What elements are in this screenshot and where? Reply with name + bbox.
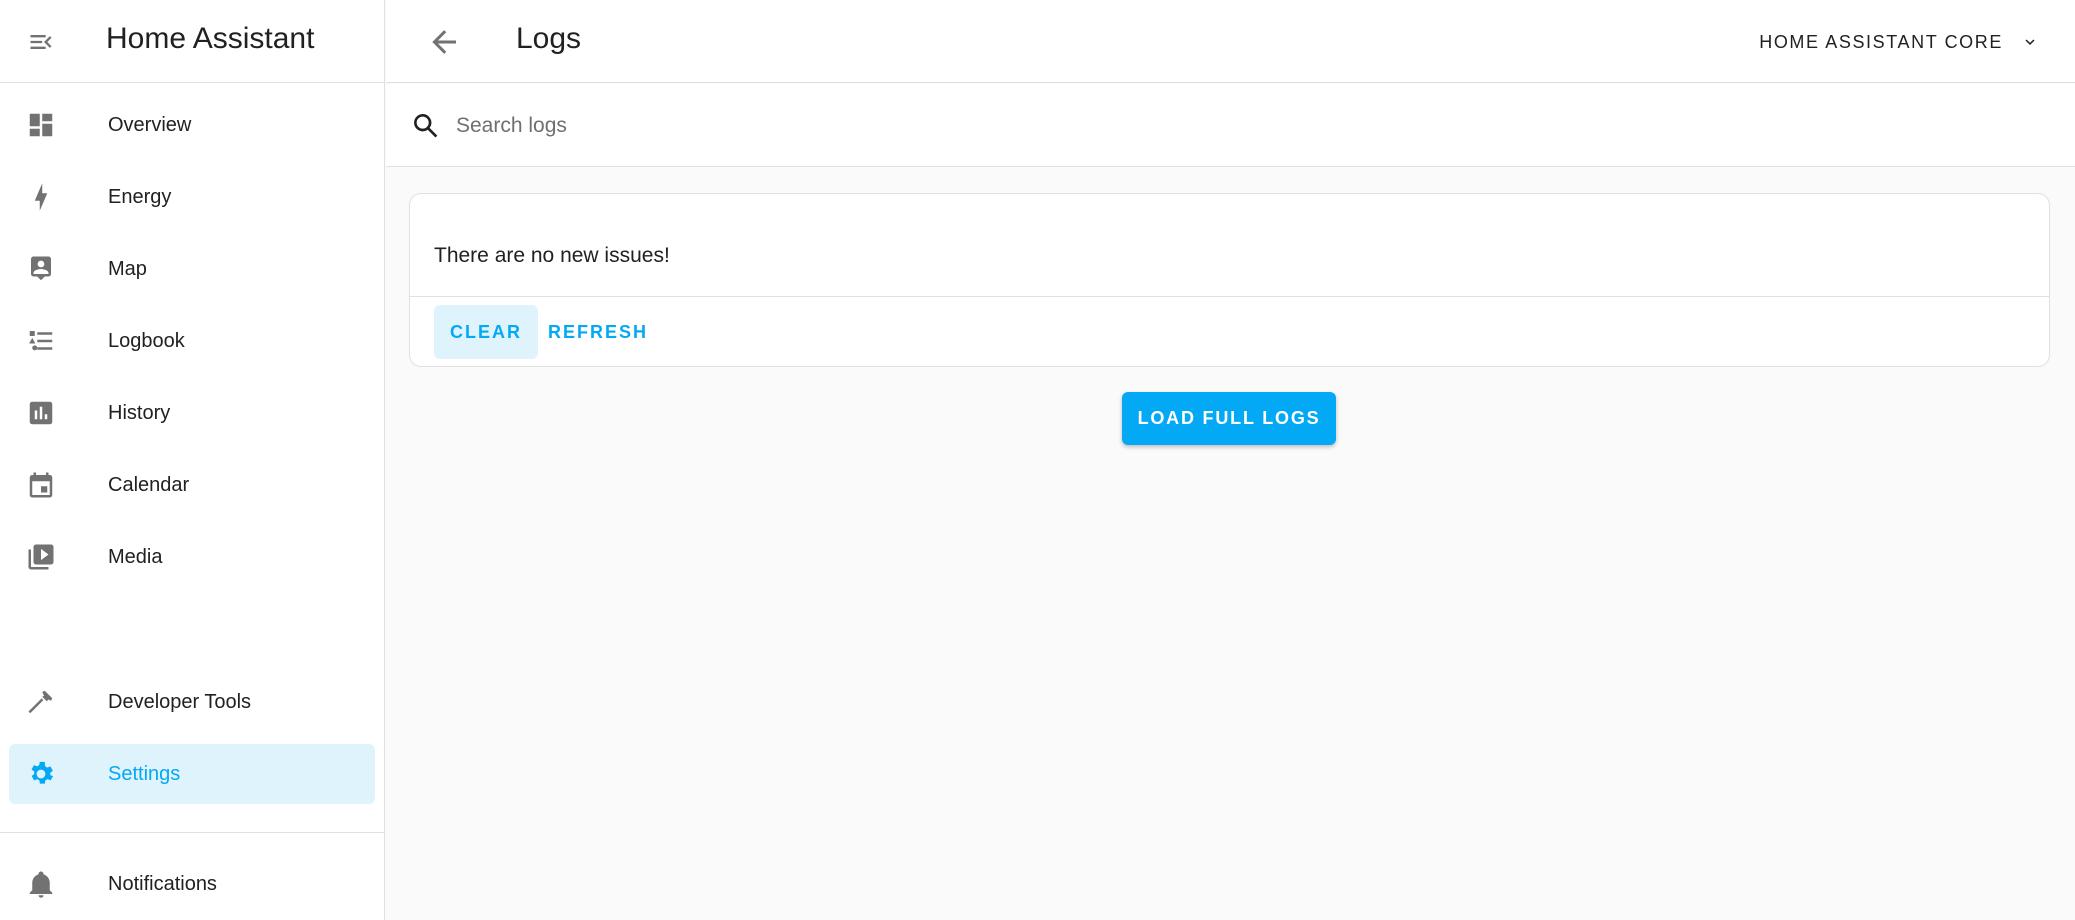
log-issues-card: There are no new issues! CLEAR REFRESH	[409, 193, 2050, 367]
sidebar-item-label: Notifications	[108, 873, 217, 895]
sidebar-item-settings[interactable]: Settings	[9, 744, 375, 804]
page-title: Logs	[516, 22, 582, 55]
sidebar: Home Assistant Overview Energy Map Logbo…	[0, 0, 385, 920]
sidebar-item-label: Logbook	[108, 330, 185, 352]
clear-button[interactable]: CLEAR	[434, 305, 538, 359]
sidebar-item-developer-tools[interactable]: Developer Tools	[9, 672, 375, 732]
top-app-bar: Logs HOME ASSISTANT CORE	[386, 0, 2075, 83]
log-source-select[interactable]: HOME ASSISTANT CORE	[1759, 28, 2039, 56]
sidebar-item-map[interactable]: Map	[9, 239, 375, 299]
lightning-bolt-icon	[26, 182, 56, 212]
account-location-icon	[26, 254, 56, 284]
play-box-multiple-icon	[26, 542, 56, 572]
app-title: Home Assistant	[106, 22, 315, 55]
sidebar-item-notifications[interactable]: Notifications	[9, 854, 375, 914]
sidebar-item-label: Overview	[108, 114, 192, 136]
menu-collapse-icon[interactable]	[26, 28, 56, 56]
load-full-logs-button[interactable]: LOAD FULL LOGS	[1122, 392, 1336, 445]
search-input[interactable]	[456, 104, 1956, 148]
sidebar-item-label: Media	[108, 546, 163, 568]
refresh-button[interactable]: REFRESH	[532, 305, 664, 359]
chart-box-icon	[26, 398, 56, 428]
sidebar-item-history[interactable]: History	[9, 383, 375, 443]
dashboard-icon	[26, 110, 56, 140]
bell-icon	[26, 869, 56, 899]
chevron-down-icon	[2021, 33, 2039, 51]
sidebar-item-label: Energy	[108, 186, 172, 208]
format-list-bulleted-type-icon	[26, 326, 56, 356]
sidebar-item-calendar[interactable]: Calendar	[9, 455, 375, 515]
cog-icon	[26, 759, 56, 789]
hammer-icon	[26, 687, 56, 717]
sidebar-item-label: Settings	[108, 763, 181, 785]
no-issues-message: There are no new issues!	[434, 244, 670, 267]
search-icon	[410, 110, 442, 142]
sidebar-item-label: Calendar	[108, 474, 190, 496]
sidebar-item-energy[interactable]: Energy	[9, 167, 375, 227]
card-divider	[410, 296, 2049, 297]
sidebar-item-overview[interactable]: Overview	[9, 95, 375, 155]
sidebar-divider	[0, 832, 385, 833]
search-bar	[386, 84, 2075, 167]
sidebar-item-label: History	[108, 402, 171, 424]
sidebar-item-logbook[interactable]: Logbook	[9, 311, 375, 371]
sidebar-item-label: Map	[108, 258, 147, 280]
sidebar-item-label: Developer Tools	[108, 691, 252, 713]
log-source-selected: HOME ASSISTANT CORE	[1759, 31, 2003, 52]
sidebar-item-media[interactable]: Media	[9, 527, 375, 587]
sidebar-header: Home Assistant	[0, 0, 384, 83]
calendar-icon	[26, 470, 56, 500]
arrow-left-icon[interactable]	[426, 24, 462, 60]
